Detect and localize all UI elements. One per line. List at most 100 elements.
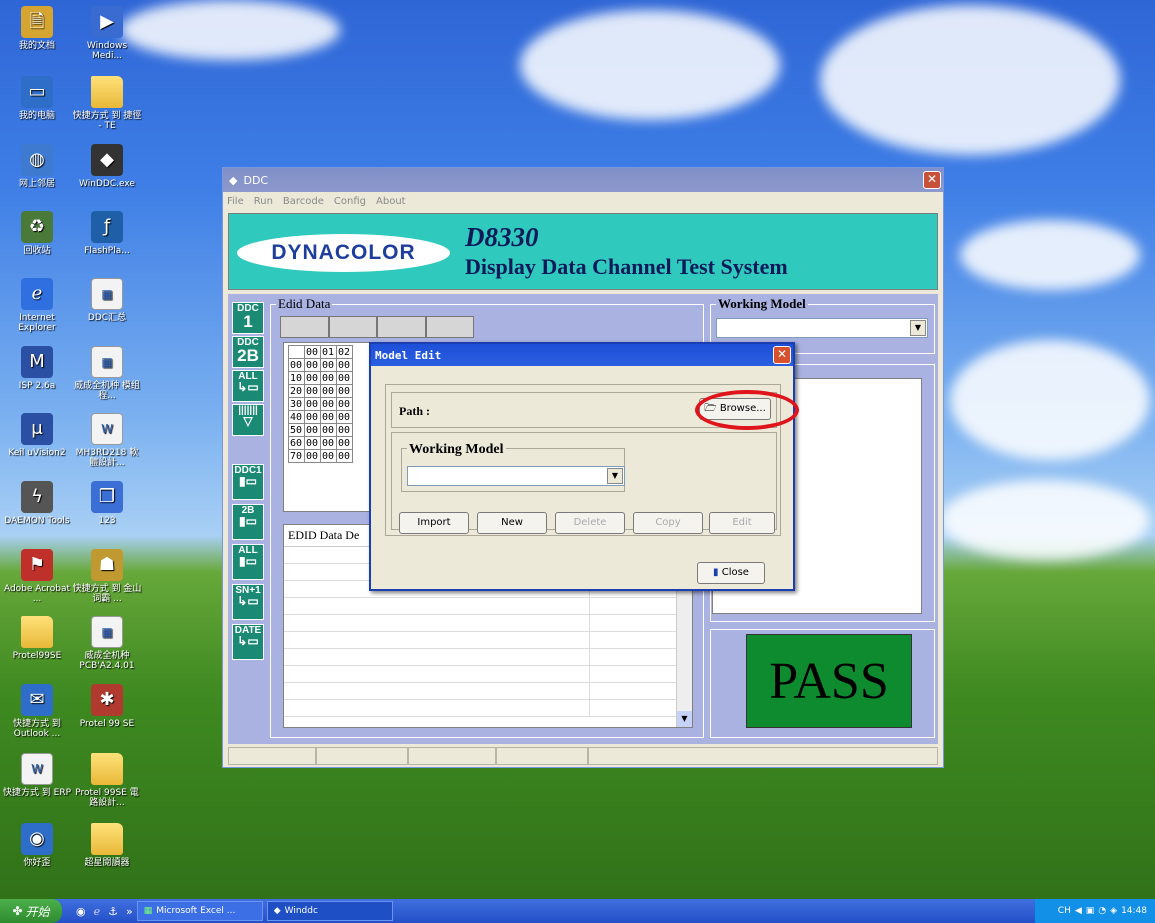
hex-cell[interactable]: 00	[336, 410, 353, 424]
desktop-icon[interactable]: Protel99SE	[2, 616, 72, 661]
side-button[interactable]: DDC1 ▮▭	[232, 464, 264, 500]
desktop-icon[interactable]: ▦ DDC汇总	[72, 278, 142, 323]
desktop-icon[interactable]: 快捷方式 到 捷徑 - TE	[72, 76, 142, 131]
window-close-button[interactable]: ✕	[923, 171, 941, 189]
desktop-icon[interactable]: 🗎 我的文档	[2, 6, 72, 51]
edid-tab[interactable]	[377, 316, 426, 338]
side-button[interactable]: DATE ↳▭	[232, 624, 264, 660]
side-button-icon: ↳▭	[237, 634, 259, 648]
hex-cell[interactable]: 00	[336, 397, 353, 411]
edid-tab[interactable]	[280, 316, 329, 338]
side-button[interactable]: SN+1 ↳▭	[232, 584, 264, 620]
quick-launch-ie-icon[interactable]: ℯ	[94, 905, 101, 918]
hex-cell[interactable]: 00	[304, 410, 321, 424]
scroll-down-arrow[interactable]: ▼	[677, 711, 692, 727]
dialog-working-model-select[interactable]: ▼	[407, 466, 625, 486]
hex-cell[interactable]: 00	[336, 436, 353, 450]
dialog-title-bar[interactable]: Model Edit	[371, 344, 793, 366]
side-button[interactable]: 2B ▮▭	[232, 504, 264, 540]
ddc-title-bar[interactable]: ◆ DDC	[223, 168, 943, 192]
hex-cell[interactable]: 00	[304, 384, 321, 398]
hex-cell[interactable]: 00	[336, 449, 353, 463]
new-button[interactable]: New	[477, 512, 547, 534]
desktop-icon-label: 我的电脑	[18, 111, 55, 121]
tray-arrow-icon[interactable]: ◀	[1075, 906, 1082, 916]
task-excel[interactable]: ▦ Microsoft Excel ...	[136, 901, 263, 921]
side-button[interactable]: DDC 1	[232, 302, 264, 334]
hex-cell[interactable]: 00	[304, 358, 321, 372]
desktop-icon[interactable]: ⚑ Adobe Acrobat ...	[2, 549, 72, 604]
chevron-down-icon[interactable]: ▼	[607, 468, 623, 484]
desktop-icon[interactable]: ϟ DAEMON Tools	[2, 481, 72, 526]
desktop-icon[interactable]: ❒ 123	[72, 481, 142, 526]
word-doc-icon: W	[21, 753, 53, 785]
desktop-icon[interactable]: ♻ 回收站	[2, 211, 72, 256]
desktop-icon[interactable]: ƒ FlashPla...	[72, 211, 142, 256]
hex-cell[interactable]: 00	[320, 358, 337, 372]
delete-button[interactable]: Delete	[555, 512, 625, 534]
desktop-icon[interactable]: ▦ 威成全机种 PCB'A2.4.01	[72, 616, 142, 671]
hex-cell[interactable]: 00	[304, 397, 321, 411]
close-button[interactable]: ▮ Close	[697, 562, 765, 584]
desktop-icon[interactable]: μ Keil uVision2	[2, 413, 72, 458]
hex-cell[interactable]: 00	[320, 423, 337, 437]
network-tray-icon[interactable]: ▣	[1086, 906, 1095, 916]
hex-cell[interactable]: 00	[304, 371, 321, 385]
desktop-icon[interactable]: ▶ Windows Medi...	[72, 6, 142, 61]
menu-run[interactable]: Run	[254, 196, 273, 207]
hex-cell[interactable]: 00	[320, 449, 337, 463]
menu-config[interactable]: Config	[334, 196, 366, 207]
desktop-icon[interactable]: ◉ 你好歪	[2, 823, 72, 868]
hex-cell[interactable]: 00	[336, 371, 353, 385]
language-indicator[interactable]: CH	[1058, 906, 1071, 916]
hex-cell[interactable]: 00	[336, 423, 353, 437]
hex-cell[interactable]: 00	[320, 384, 337, 398]
side-button[interactable]: ALL ↳▭	[232, 370, 264, 402]
hex-cell[interactable]: 00	[336, 358, 353, 372]
quick-launch-media-icon[interactable]: ◉	[76, 905, 86, 918]
desktop-icon[interactable]: ▦ 威成全机种 模组程...	[72, 346, 142, 401]
security-tray-icon[interactable]: ◈	[1110, 906, 1117, 916]
menu-about[interactable]: About	[376, 196, 406, 207]
desktop-icon[interactable]: ◆ WinDDC.exe	[72, 144, 142, 189]
desktop-icon[interactable]: W MH3RD218 軟體設計...	[72, 413, 142, 468]
quick-launch-anchor-icon[interactable]: ⚓	[108, 905, 118, 918]
desktop-icon[interactable]: Protel 99SE 電路設計...	[72, 753, 142, 808]
hex-cell[interactable]: 00	[320, 397, 337, 411]
desktop-icon[interactable]: ℯ Internet Explorer	[2, 278, 72, 333]
edit-button[interactable]: Edit	[709, 512, 775, 534]
system-subtitle: Display Data Channel Test System	[465, 254, 788, 279]
desktop-icon[interactable]: M ISP 2.6a	[2, 346, 72, 391]
desktop-icon[interactable]: 超星閱讀器	[72, 823, 142, 868]
side-button[interactable]: DDC 2B	[232, 336, 264, 368]
working-model-select[interactable]: ▼	[716, 318, 928, 338]
desktop-icon[interactable]: ◍ 网上邻居	[2, 144, 72, 189]
copy-button[interactable]: Copy	[633, 512, 703, 534]
hex-cell[interactable]: 00	[304, 436, 321, 450]
hex-cell[interactable]: 00	[320, 436, 337, 450]
start-button[interactable]: ✤ 开始	[0, 899, 62, 923]
chevron-down-icon[interactable]: ▼	[910, 320, 926, 336]
desktop-icon[interactable]: ▭ 我的电脑	[2, 76, 72, 121]
dialog-close-x-button[interactable]: ✕	[773, 346, 791, 364]
menu-barcode[interactable]: Barcode	[283, 196, 324, 207]
menu-file[interactable]: File	[227, 196, 244, 207]
hex-cell[interactable]: 00	[320, 410, 337, 424]
desktop-icon[interactable]: W 快捷方式 到 ERP	[2, 753, 72, 798]
side-button[interactable]: ALL ▮▭	[232, 544, 264, 580]
desktop-icon[interactable]: ✱ Protel 99 SE	[72, 684, 142, 729]
hex-cell[interactable]: 00	[320, 371, 337, 385]
import-button[interactable]: Import	[399, 512, 469, 534]
hex-cell[interactable]: 00	[304, 449, 321, 463]
side-button[interactable]: ||||||| ▽	[232, 404, 264, 436]
edid-tab[interactable]	[425, 316, 474, 338]
hex-cell[interactable]: 00	[304, 423, 321, 437]
desktop-icon[interactable]: ☗ 快捷方式 到 金山词霸 ...	[72, 549, 142, 604]
edid-tab[interactable]	[328, 316, 377, 338]
task-winddc[interactable]: ◆ Winddc	[266, 901, 393, 921]
status-pane	[496, 747, 588, 765]
desktop-icon[interactable]: ✉ 快捷方式 到 Outlook ...	[2, 684, 72, 739]
volume-tray-icon[interactable]: ◔	[1098, 906, 1106, 916]
quick-launch-more-icon[interactable]: »	[126, 905, 133, 918]
hex-cell[interactable]: 00	[336, 384, 353, 398]
